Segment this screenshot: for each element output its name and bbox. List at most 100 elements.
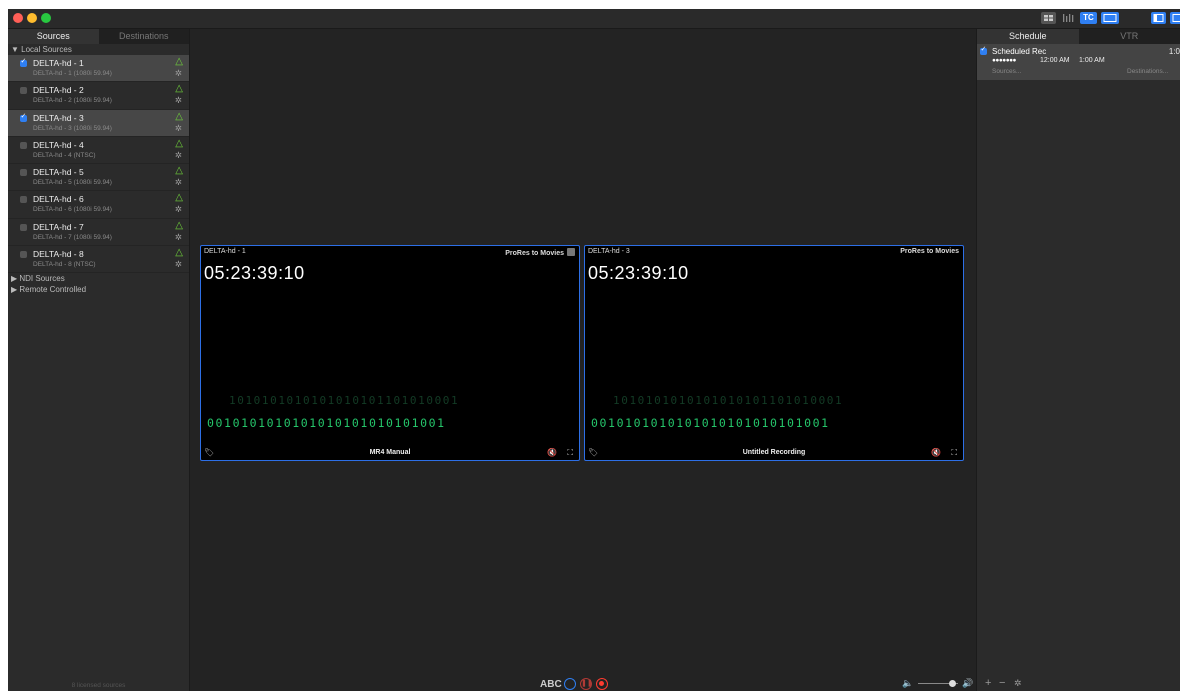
- source-checkbox[interactable]: [20, 57, 27, 67]
- fullscreen-icon[interactable]: ⛶: [951, 448, 957, 458]
- source-name: DELTA-hd - 4: [33, 139, 84, 150]
- gear-icon[interactable]: ✲: [175, 150, 182, 161]
- schedule-sources-link[interactable]: Sources...: [992, 68, 1021, 75]
- tab-destinations[interactable]: Destinations: [99, 29, 190, 44]
- local-sources-header[interactable]: ▼ Local Sources: [8, 44, 189, 55]
- schedule-checkbox[interactable]: [980, 45, 987, 55]
- tab-vtr[interactable]: VTR: [1079, 29, 1180, 44]
- source-row[interactable]: DELTA-hd - 3 DELTA-hd - 3 (1080i 59.94) …: [8, 109, 189, 137]
- gear-icon[interactable]: ✲: [175, 204, 182, 215]
- schedule-settings-gear-icon[interactable]: ✲: [1014, 678, 1022, 689]
- source-checkbox[interactable]: [20, 223, 27, 231]
- captions-toggle[interactable]: ABC: [540, 679, 562, 690]
- gear-icon[interactable]: ✲: [175, 123, 182, 134]
- destination-label: ProRes to Movies: [505, 250, 564, 257]
- warning-triangle-icon: △: [175, 219, 183, 231]
- volume-low-icon[interactable]: 🔈: [902, 678, 913, 689]
- ndi-sources-header[interactable]: ▶ NDI Sources: [8, 273, 189, 284]
- mute-icon[interactable]: 🔇: [547, 448, 557, 457]
- gear-icon[interactable]: ✲: [175, 232, 182, 243]
- source-row[interactable]: DELTA-hd - 2 DELTA-hd - 2 (1080i 59.94) …: [8, 82, 189, 110]
- monitor-footer: 🏷 Untitled Recording 🔇 ⛶: [585, 447, 963, 460]
- monitor-icon[interactable]: [1101, 12, 1119, 24]
- remote-controlled-header[interactable]: ▶ Remote Controlled: [8, 284, 189, 295]
- source-checkbox[interactable]: [20, 141, 27, 149]
- schedule-duration: 1:0: [1168, 47, 1180, 56]
- mute-icon[interactable]: 🔇: [931, 448, 941, 457]
- status-circle-icon[interactable]: [564, 678, 576, 690]
- schedule-tabs: Schedule VTR: [977, 29, 1180, 44]
- gear-icon[interactable]: ✲: [175, 95, 182, 106]
- minimize-window-button[interactable]: [27, 13, 37, 23]
- zoom-window-button[interactable]: [41, 13, 51, 23]
- volume-high-icon[interactable]: 🔊: [962, 678, 973, 689]
- app-window: TC Sources Destinations ▼ Local Sources …: [8, 9, 1180, 691]
- monitor-timecode: 05:23:39:10: [204, 263, 305, 283]
- source-row[interactable]: DELTA-hd - 6 DELTA-hd - 6 (1080i 59.94) …: [8, 191, 189, 219]
- close-window-button[interactable]: [13, 13, 23, 23]
- monitor-timecode: 05:23:39:10: [588, 263, 689, 283]
- gear-icon[interactable]: ✲: [175, 259, 182, 270]
- grid-view-icon[interactable]: [1041, 12, 1056, 24]
- source-name: DELTA-hd - 2: [33, 85, 84, 96]
- warning-triangle-icon: △: [175, 137, 183, 149]
- binary-pattern-bright: 0010101010101010101010101001: [207, 416, 446, 430]
- volume-slider[interactable]: [918, 680, 958, 687]
- timecode-icon[interactable]: TC: [1080, 12, 1097, 24]
- monitor-pane-1[interactable]: DELTA-hd - 1 ProRes to Movies 05:23:39:1…: [200, 245, 580, 461]
- source-row[interactable]: DELTA-hd - 8 DELTA-hd - 8 (NTSC) △ ✲: [8, 246, 189, 274]
- monitor-source-name: DELTA-hd - 1: [204, 248, 246, 255]
- binary-pattern-dim: 1010101010101010101101010001: [613, 394, 844, 407]
- source-format: DELTA-hd - 1 (1080i 59.94): [33, 70, 112, 77]
- warning-triangle-icon: △: [175, 192, 183, 204]
- audio-meters-icon[interactable]: [1060, 12, 1075, 24]
- warning-triangle-icon: △: [175, 110, 183, 122]
- schedule-start-time[interactable]: 12:00 AM: [1040, 57, 1070, 64]
- schedule-destinations-link[interactable]: Destinations...: [1127, 68, 1168, 75]
- gear-icon[interactable]: ✲: [175, 68, 182, 79]
- pause-record-icon[interactable]: ❚❚: [580, 678, 593, 690]
- monitor-destination: ProRes to Movies: [900, 248, 959, 255]
- source-checkbox[interactable]: [20, 196, 27, 204]
- schedule-item[interactable]: Scheduled Rec 1:0 ●●●●●●● 12:00 AM 1:00 …: [977, 44, 1180, 80]
- source-format: DELTA-hd - 6 (1080i 59.94): [33, 206, 112, 214]
- source-name: DELTA-hd - 6: [33, 194, 84, 205]
- monitor-footer: 🏷 MR4 Manual 🔇 ⛶: [201, 447, 579, 460]
- source-name: DELTA-hd - 5: [33, 167, 84, 178]
- recording-name[interactable]: Untitled Recording: [585, 449, 963, 456]
- schedule-days[interactable]: ●●●●●●●: [992, 57, 1016, 64]
- source-row[interactable]: DELTA-hd - 5 DELTA-hd - 5 (1080i 59.94) …: [8, 164, 189, 192]
- monitor-pane-2[interactable]: DELTA-hd - 3 ProRes to Movies 05:23:39:1…: [584, 245, 964, 461]
- add-schedule-button[interactable]: +: [985, 677, 991, 689]
- source-format: DELTA-hd - 8 (NTSC): [33, 261, 96, 269]
- source-checkbox[interactable]: [20, 251, 27, 259]
- warning-triangle-icon: △: [175, 247, 183, 259]
- fullscreen-icon[interactable]: ⛶: [567, 448, 573, 458]
- recording-name[interactable]: MR4 Manual: [201, 449, 579, 456]
- warning-triangle-icon: △: [175, 165, 183, 177]
- source-row[interactable]: DELTA-hd - 1 DELTA-hd - 1 (1080i 59.94) …: [8, 55, 189, 83]
- sources-sidebar: Sources Destinations ▼ Local Sources DEL…: [8, 29, 190, 691]
- options-badge-icon[interactable]: [567, 248, 575, 256]
- sidebar-left-toggle-icon[interactable]: [1151, 12, 1166, 24]
- source-checkbox[interactable]: [20, 112, 27, 122]
- source-name: DELTA-hd - 1: [33, 58, 84, 68]
- source-checkbox[interactable]: [20, 87, 27, 95]
- schedule-end-time[interactable]: 1:00 AM: [1079, 57, 1105, 64]
- source-format: DELTA-hd - 2 (1080i 59.94): [33, 97, 112, 105]
- record-button[interactable]: [596, 678, 608, 690]
- source-row[interactable]: DELTA-hd - 7 DELTA-hd - 7 (1080i 59.94) …: [8, 219, 189, 247]
- sidebar-right-toggle-icon[interactable]: [1170, 12, 1180, 24]
- gear-icon[interactable]: ✲: [175, 177, 182, 188]
- binary-pattern-dim: 1010101010101010101101010001: [229, 394, 460, 407]
- source-checkbox[interactable]: [20, 169, 27, 177]
- bottom-toolbar: ABC ❚❚ 🔈 🔊: [190, 677, 976, 691]
- binary-pattern-bright: 0010101010101010101010101001: [591, 416, 830, 430]
- schedule-panel: Schedule VTR Scheduled Rec 1:0 ●●●●●●● 1…: [976, 29, 1180, 691]
- source-row[interactable]: DELTA-hd - 4 DELTA-hd - 4 (NTSC) △ ✲: [8, 137, 189, 165]
- tab-sources[interactable]: Sources: [8, 29, 99, 44]
- tab-schedule[interactable]: Schedule: [977, 29, 1079, 44]
- title-bar: TC: [8, 9, 1180, 29]
- volume-slider-knob[interactable]: [948, 680, 956, 687]
- remove-schedule-button[interactable]: −: [999, 677, 1005, 689]
